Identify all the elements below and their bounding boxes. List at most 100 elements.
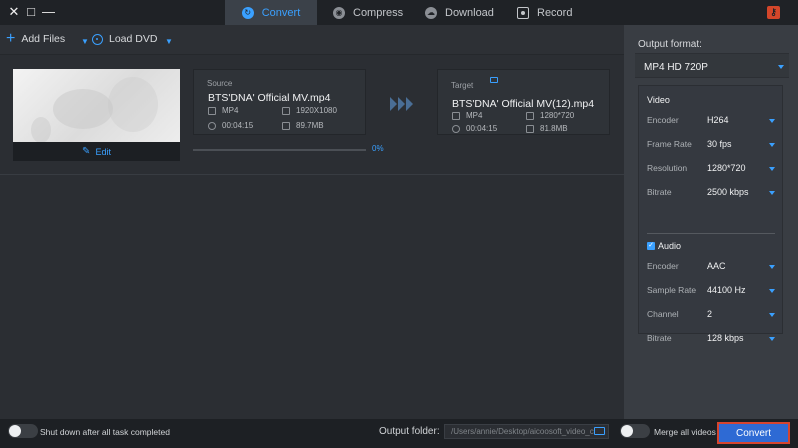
output-settings-panel: Output format: MP4 HD 720P Video Encoder…	[624, 25, 798, 419]
file-size-icon	[282, 121, 290, 130]
section-divider	[647, 233, 775, 234]
tab-record[interactable]: Record	[517, 0, 572, 25]
convert-button[interactable]: Convert	[717, 422, 790, 444]
close-icon[interactable]: ✕	[8, 5, 20, 19]
folder-icon[interactable]	[490, 77, 498, 83]
edit-label: Edit	[95, 146, 111, 157]
target-size-value: 81.8MB	[540, 124, 568, 133]
add-files-dropdown[interactable]: ▼	[81, 37, 89, 46]
task-list: ✎ Edit Source BTS'DNA' Official MV.mp4 M…	[0, 56, 624, 419]
video-framerate-select[interactable]: Frame Rate 30 fps	[639, 136, 784, 152]
format-icon	[452, 111, 460, 120]
add-files-label: Add Files	[21, 33, 66, 45]
video-section-title: Video	[647, 95, 670, 105]
progress-percent: 0%	[372, 144, 384, 153]
maximize-icon[interactable]: □	[25, 5, 37, 19]
setting-value: AAC	[707, 261, 726, 271]
edit-button[interactable]: ✎ Edit	[13, 142, 180, 161]
setting-value: H264	[707, 115, 729, 125]
output-folder-input[interactable]: /Users/annie/Desktop/aicoosoft_video_c	[444, 424, 609, 439]
source-resolution: 1920X1080	[282, 106, 337, 115]
chevron-down-icon	[769, 289, 775, 293]
file-size-icon	[526, 124, 534, 133]
folder-icon[interactable]	[594, 427, 605, 435]
minimize-icon[interactable]: —	[42, 5, 55, 19]
progress-bar	[193, 149, 366, 151]
chevron-down-icon	[769, 167, 775, 171]
audio-samplerate-select[interactable]: Sample Rate 44100 Hz	[639, 282, 784, 298]
setting-value: 128 kbps	[707, 333, 744, 343]
source-filename: BTS'DNA' Official MV.mp4	[208, 92, 331, 104]
record-icon	[517, 6, 529, 19]
setting-value: 44100 Hz	[707, 285, 746, 295]
target-size: 81.8MB	[526, 124, 568, 133]
target-filename: BTS'DNA' Official MV(12).mp4	[452, 98, 595, 110]
chevron-down-icon	[769, 191, 775, 195]
audio-checkbox[interactable]: ✓	[647, 242, 655, 250]
add-files-button[interactable]: + Add Files	[6, 30, 66, 47]
chevron-down-icon	[769, 143, 775, 147]
output-format-value: MP4 HD 720P	[644, 62, 708, 73]
resolution-icon	[282, 106, 290, 115]
merge-toggle[interactable]	[620, 424, 650, 438]
shutdown-toggle[interactable]	[8, 424, 38, 438]
setting-key: Sample Rate	[647, 285, 697, 295]
key-icon[interactable]: ⚷	[767, 6, 780, 19]
setting-value: 30 fps	[707, 139, 732, 149]
source-card: Source BTS'DNA' Official MV.mp4 MP4 1920…	[193, 69, 366, 135]
target-format: MP4	[452, 111, 482, 120]
source-format-value: MP4	[222, 106, 239, 115]
target-duration-value: 00:04:15	[466, 124, 498, 133]
setting-value: 2	[707, 309, 713, 319]
tab-label: Record	[537, 6, 573, 19]
plus-icon: +	[6, 30, 16, 47]
chevron-down-icon	[769, 119, 775, 123]
setting-key: Channel	[647, 309, 679, 319]
target-resolution: 1280*720	[526, 111, 574, 120]
audio-section-title: Audio	[658, 241, 682, 251]
audio-encoder-select[interactable]: Encoder AAC	[639, 258, 784, 274]
tab-compress[interactable]: ◉ Compress	[333, 0, 403, 25]
chevron-down-icon	[778, 65, 784, 69]
clock-icon	[452, 124, 460, 133]
dvd-icon	[92, 33, 103, 45]
title-bar: ✕ □ — ↻ Convert ◉ Compress ☁ Download Re…	[0, 0, 798, 25]
video-bitrate-select[interactable]: Bitrate 2500 kbps	[639, 184, 784, 200]
video-resolution-select[interactable]: Resolution 1280*720	[639, 160, 784, 176]
load-dvd-label: Load DVD	[109, 33, 158, 45]
setting-key: Encoder	[647, 261, 679, 271]
target-card: Target BTS'DNA' Official MV(12).mp4 MP4 …	[437, 69, 610, 135]
source-duration-value: 00:04:15	[222, 121, 254, 130]
merge-label: Merge all videos	[654, 427, 716, 437]
chevron-down-icon	[769, 265, 775, 269]
tab-download[interactable]: ☁ Download	[425, 0, 494, 25]
clock-icon	[208, 121, 216, 130]
target-format-value: MP4	[466, 111, 483, 120]
chevron-down-icon: ▼	[81, 37, 89, 46]
arrow-right-icon	[390, 97, 414, 111]
output-format-select[interactable]: MP4 HD 720P	[635, 53, 789, 78]
chevron-down-icon	[769, 313, 775, 317]
setting-key: Bitrate	[647, 187, 672, 197]
tab-label: Download	[445, 6, 494, 19]
tab-label: Convert	[261, 6, 301, 19]
format-icon	[208, 106, 216, 115]
chevron-down-icon	[769, 337, 775, 341]
load-dvd-button[interactable]: Load DVD	[92, 33, 157, 45]
convert-icon: ↻	[241, 6, 254, 19]
load-dvd-dropdown[interactable]: ▼	[165, 37, 173, 46]
resolution-icon	[526, 111, 534, 120]
video-encoder-select[interactable]: Encoder H264	[639, 112, 784, 128]
tab-convert[interactable]: ↻ Convert	[225, 0, 317, 25]
source-label: Source	[207, 79, 233, 88]
output-folder-label: Output folder:	[379, 426, 440, 437]
setting-key: Encoder	[647, 115, 679, 125]
setting-value: 2500 kbps	[707, 187, 749, 197]
audio-bitrate-select[interactable]: Bitrate 128 kbps	[639, 330, 784, 346]
audio-channel-select[interactable]: Channel 2	[639, 306, 784, 322]
codec-settings: Video Encoder H264 Frame Rate 30 fps Res…	[638, 85, 784, 343]
source-duration: 00:04:15	[208, 121, 253, 130]
target-label: Target	[451, 81, 474, 90]
download-icon: ☁	[425, 6, 437, 19]
row-divider	[0, 174, 624, 175]
